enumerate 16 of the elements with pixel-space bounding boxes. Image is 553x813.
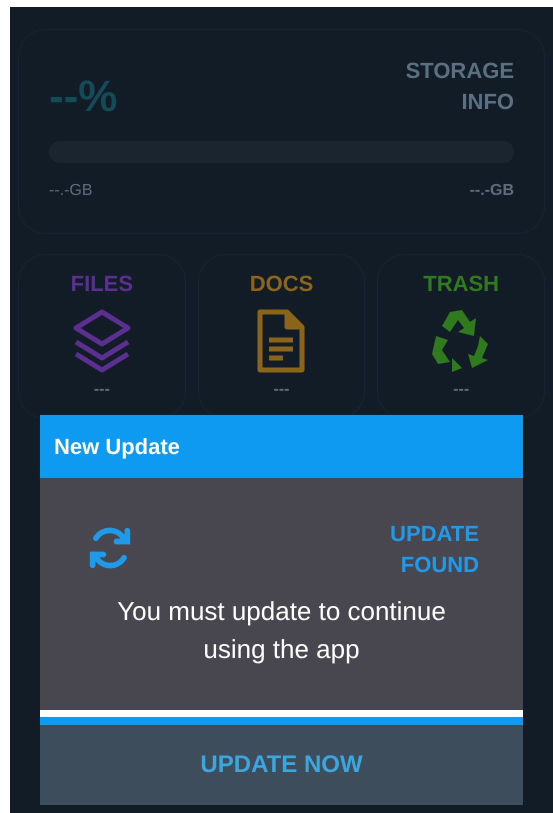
total-storage: --.-GB [470, 181, 514, 201]
category-count: --- [453, 380, 470, 400]
category-count: --- [274, 380, 290, 400]
layers-icon [70, 308, 133, 374]
update-status: UPDATE FOUND [389, 520, 479, 579]
category-label: FILES [70, 270, 133, 298]
storage-title: STORAGE INFO [404, 57, 514, 116]
update-message: You must update to continue using the app [116, 595, 447, 666]
category-count: --- [94, 380, 110, 400]
category-label: DOCS [250, 270, 314, 298]
category-label: TRASH [423, 270, 500, 298]
used-storage: --.-GB [49, 181, 93, 201]
document-icon [255, 307, 308, 375]
update-now-button[interactable]: UPDATE NOW [40, 725, 523, 805]
storage-percent: --% [49, 75, 118, 119]
dialog-title: New Update [54, 433, 180, 461]
